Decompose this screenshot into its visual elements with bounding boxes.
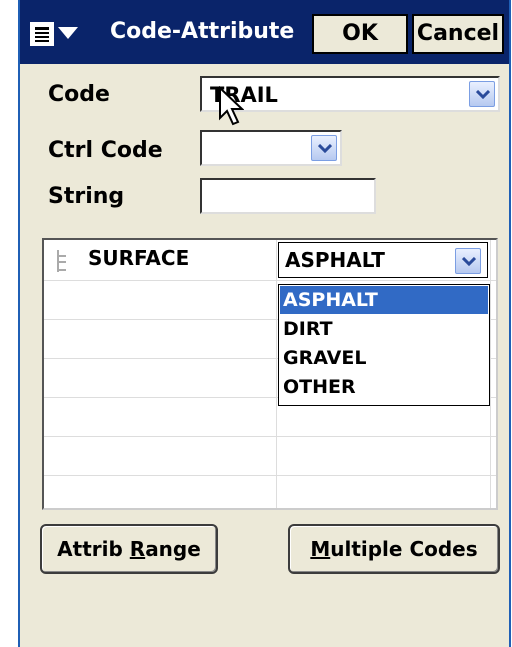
title-bar: Code-Attribute OK Cancel: [20, 0, 509, 64]
ctrl-code-select[interactable]: [200, 130, 342, 166]
chevron-down-icon[interactable]: [311, 135, 337, 161]
chevron-down-icon: [58, 27, 78, 41]
attrib-range-button[interactable]: Attrib Range: [40, 524, 218, 574]
grid-line: [44, 280, 496, 281]
code-label: Code: [48, 82, 110, 107]
attribute-value: ASPHALT: [285, 248, 385, 272]
attribute-name: SURFACE: [88, 246, 190, 270]
grid-column-separator: [490, 240, 491, 508]
grid-column-separator: [276, 240, 277, 508]
grid-line: [44, 475, 496, 476]
code-select[interactable]: TRAIL: [200, 76, 500, 112]
dropdown-option[interactable]: OTHER: [280, 373, 488, 401]
attribute-value-select[interactable]: ASPHALT: [278, 242, 488, 278]
grid-line: [44, 436, 496, 437]
mouse-pointer-icon: [219, 86, 244, 126]
tree-connector-icon: [57, 250, 66, 272]
chevron-down-icon[interactable]: [469, 81, 495, 107]
dropdown-option[interactable]: GRAVEL: [280, 344, 488, 372]
multiple-codes-label-post: ultiple Codes: [330, 537, 478, 561]
string-label: String: [48, 184, 125, 209]
menu-button[interactable]: [30, 14, 110, 54]
attrib-range-label-post: ange: [145, 537, 201, 561]
window-title: Code-Attribute: [110, 19, 295, 44]
multiple-codes-button[interactable]: Multiple Codes: [288, 524, 500, 574]
ctrl-code-label: Ctrl Code: [48, 138, 163, 163]
ok-button[interactable]: OK: [312, 14, 408, 54]
dropdown-option[interactable]: DIRT: [280, 315, 488, 343]
menu-icon: [30, 22, 54, 46]
attrib-range-label-pre: Attrib: [57, 537, 130, 561]
cancel-button[interactable]: Cancel: [412, 14, 504, 54]
multiple-codes-accesskey: M: [310, 537, 331, 561]
attrib-range-accesskey: R: [129, 537, 146, 561]
attribute-grid[interactable]: SURFACE ASPHALT ASPHALT DIRT GRAVEL OTHE…: [42, 238, 498, 510]
attribute-value-dropdown-list[interactable]: ASPHALT DIRT GRAVEL OTHER: [278, 284, 490, 406]
dropdown-option[interactable]: ASPHALT: [280, 286, 488, 314]
string-input[interactable]: [200, 178, 376, 214]
chevron-down-icon[interactable]: [455, 248, 481, 274]
code-attribute-dialog: Code-Attribute OK Cancel Code TRAIL Ctrl…: [18, 0, 511, 647]
